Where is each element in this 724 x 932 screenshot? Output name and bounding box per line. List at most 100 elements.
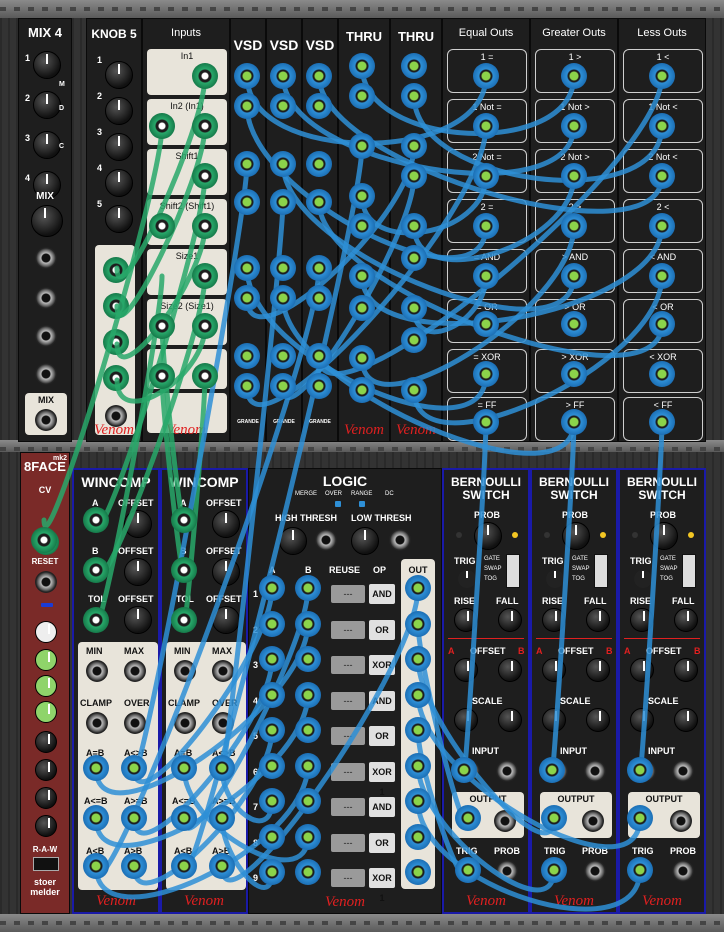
logic-a-plug[interactable] xyxy=(259,646,285,672)
bernoulli-2-trig-button[interactable] xyxy=(546,570,564,588)
logic-reuse-button[interactable]: --- xyxy=(331,656,365,674)
logic-a-plug[interactable] xyxy=(259,859,285,885)
wincomp-cmp-plug[interactable] xyxy=(83,755,109,781)
wincomp-2-over-jack[interactable] xyxy=(212,712,234,734)
logic-low-thresh-jack[interactable] xyxy=(389,529,411,551)
logic-reuse-button[interactable]: --- xyxy=(331,833,365,852)
bernoulli-2-offset-a-knob[interactable] xyxy=(542,658,566,682)
wincomp-2-max-jack[interactable] xyxy=(212,660,234,682)
compare-out-plug[interactable] xyxy=(473,113,499,139)
vsd-plug[interactable] xyxy=(234,255,260,281)
bernoulli-2-scale-b-knob[interactable] xyxy=(586,708,610,732)
thru-plug[interactable] xyxy=(401,53,427,79)
vsd-plug[interactable] xyxy=(270,189,296,215)
mix4-knob-2[interactable] xyxy=(33,91,61,119)
compare-out-plug[interactable] xyxy=(561,263,587,289)
logic-reuse-button[interactable]: --- xyxy=(331,620,365,639)
vsd-plug[interactable] xyxy=(234,63,260,89)
thru-plug[interactable] xyxy=(401,83,427,109)
vsd-plug[interactable] xyxy=(270,373,296,399)
wincomp-cmp-plug[interactable] xyxy=(121,755,147,781)
bernoulli-1-scale-a-knob[interactable] xyxy=(454,708,478,732)
bernoulli-1-output-b-jack[interactable] xyxy=(494,810,516,832)
vsd-plug[interactable] xyxy=(270,93,296,119)
bernoulli-plug[interactable] xyxy=(541,805,567,831)
bernoulli-2-output-b-jack[interactable] xyxy=(582,810,604,832)
logic-out-plug[interactable] xyxy=(405,575,431,601)
mix4-output-jack[interactable] xyxy=(35,409,57,431)
logic-low-thresh-knob[interactable] xyxy=(351,527,379,555)
thru-plug[interactable] xyxy=(349,295,375,321)
8face-mode-switch[interactable] xyxy=(33,857,59,871)
wincomp-cmp-plug[interactable] xyxy=(171,853,197,879)
logic-a-plug[interactable] xyxy=(259,681,285,708)
bernoulli-plug[interactable] xyxy=(627,805,653,831)
thru-plug[interactable] xyxy=(349,263,375,289)
thru-plug[interactable] xyxy=(349,183,375,209)
logic-high-thresh-knob[interactable] xyxy=(279,527,307,555)
8face-slot-3[interactable] xyxy=(35,701,57,723)
vsd-plug[interactable] xyxy=(306,343,332,369)
wincomp-2-min-jack[interactable] xyxy=(174,660,196,682)
logic-a-plug[interactable] xyxy=(259,788,285,814)
thru-plug[interactable] xyxy=(349,53,375,79)
compare-out-plug[interactable] xyxy=(649,163,675,189)
logic-b-plug[interactable] xyxy=(295,610,321,637)
thru-plug[interactable] xyxy=(401,213,427,239)
logic-a-plug[interactable] xyxy=(259,752,285,779)
knob5-knob-1[interactable] xyxy=(105,61,133,89)
compare-out-plug[interactable] xyxy=(473,213,499,239)
bernoulli-2-fall-knob[interactable] xyxy=(586,608,610,632)
logic-op-button[interactable]: AND xyxy=(369,797,395,817)
logic-b-plug[interactable] xyxy=(295,717,321,743)
wincomp-cmp-plug[interactable] xyxy=(209,853,235,879)
vsd-plug[interactable] xyxy=(306,255,332,281)
logic-out-plug[interactable] xyxy=(405,859,431,885)
logic-b-plug[interactable] xyxy=(295,823,321,850)
wincomp-2-a-offset-knob[interactable] xyxy=(212,510,240,538)
logic-op-button[interactable]: OR xyxy=(369,619,395,640)
wincomp-b-plug[interactable] xyxy=(83,557,109,583)
bernoulli-1-scale-b-knob[interactable] xyxy=(498,708,522,732)
logic-reuse-button[interactable]: --- xyxy=(331,762,365,781)
wincomp-1-a-offset-knob[interactable] xyxy=(124,510,152,538)
bernoulli-plug[interactable] xyxy=(539,757,565,783)
vsd-plug[interactable] xyxy=(234,285,260,311)
bernoulli-2-offset-b-knob[interactable] xyxy=(586,658,610,682)
vsd-plug[interactable] xyxy=(270,343,296,369)
logic-b-plug[interactable] xyxy=(295,646,321,672)
knob5-knob-4[interactable] xyxy=(105,169,133,197)
knob5-output-3[interactable] xyxy=(103,329,129,355)
vsd-plug[interactable] xyxy=(270,63,296,89)
thru-plug[interactable] xyxy=(401,133,427,159)
bernoulli-3-trig-button[interactable] xyxy=(634,570,652,588)
bernoulli-3-offset-b-knob[interactable] xyxy=(674,658,698,682)
vsd-plug[interactable] xyxy=(306,151,332,177)
compare-out-plug[interactable] xyxy=(473,263,499,289)
compare-out-plug[interactable] xyxy=(561,63,587,89)
vsd-plug[interactable] xyxy=(234,151,260,177)
logic-out-plug[interactable] xyxy=(405,752,431,779)
wincomp-cmp-plug[interactable] xyxy=(171,755,197,781)
knob5-knob-3[interactable] xyxy=(105,133,133,161)
logic-out-plug[interactable] xyxy=(405,717,431,743)
compare-out-plug[interactable] xyxy=(649,213,675,239)
wincomp-2-b-offset-knob[interactable] xyxy=(212,558,240,586)
bernoulli-3-prob-jack[interactable] xyxy=(672,860,694,882)
thru-plug[interactable] xyxy=(401,327,427,353)
compare-out-plug[interactable] xyxy=(649,409,675,435)
bernoulli-3-prob-knob[interactable] xyxy=(650,522,678,550)
compare-out-plug[interactable] xyxy=(473,409,499,435)
logic-out-plug[interactable] xyxy=(405,788,431,814)
compare-out-plug[interactable] xyxy=(561,409,587,435)
wincomp-1-min-jack[interactable] xyxy=(86,660,108,682)
input-plug[interactable] xyxy=(192,163,218,189)
thru-plug[interactable] xyxy=(349,133,375,159)
bernoulli-3-scale-b-knob[interactable] xyxy=(674,708,698,732)
logic-out-plug[interactable] xyxy=(405,610,431,637)
8face-slot-6[interactable] xyxy=(35,787,57,809)
compare-out-plug[interactable] xyxy=(649,263,675,289)
vsd-plug[interactable] xyxy=(306,93,332,119)
vsd-plug[interactable] xyxy=(234,93,260,119)
bernoulli-plug[interactable] xyxy=(455,857,481,883)
